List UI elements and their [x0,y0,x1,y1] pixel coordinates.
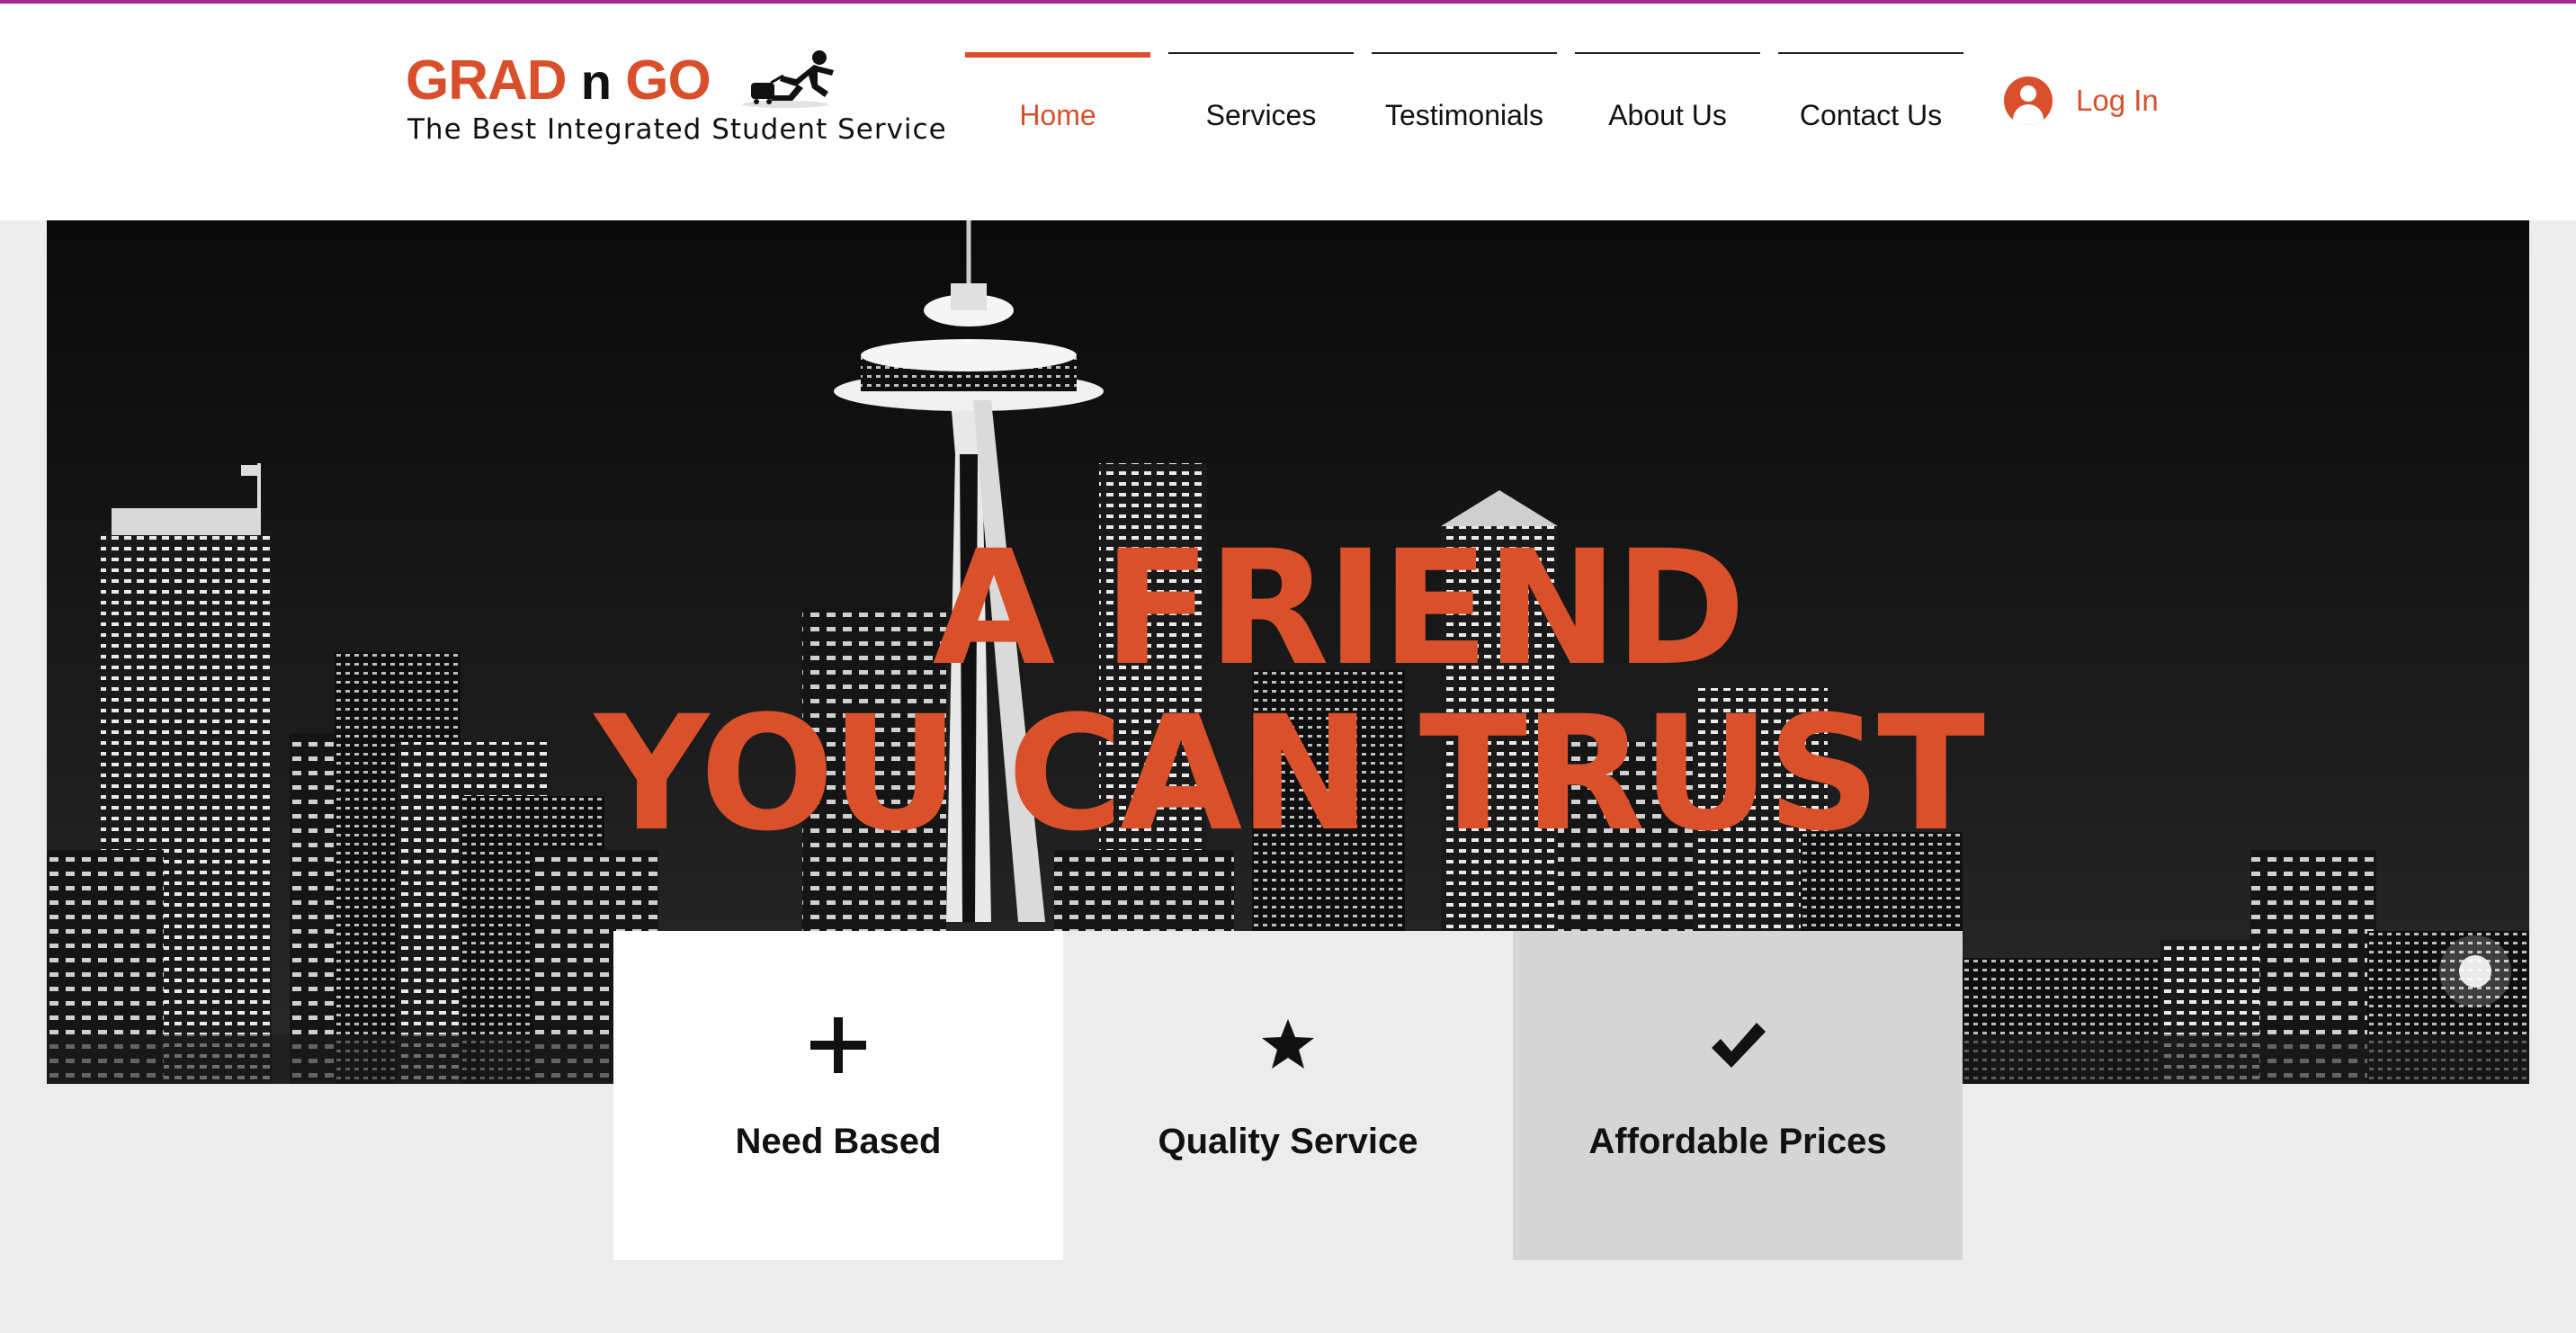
nav-item-contact-us[interactable]: Contact Us [1778,52,1963,142]
nav-item-about-us[interactable]: About Us [1575,52,1760,142]
feature-cards: Need Based Quality Service Affordable Pr… [613,931,1963,1260]
hero-heading-line2: YOU CAN TRUST [594,682,1985,866]
brand-logo[interactable]: GRAD n GO The Best Integrated Student Se… [406,49,946,157]
feature-label: Affordable Prices [1588,1122,1887,1161]
feature-card-need-based: Need Based [613,931,1063,1260]
plus-icon [613,1014,1063,1077]
brand-name-n: n [580,53,612,110]
brand-name-grad: GRAD [406,49,568,112]
login-label: Log In [2076,84,2159,117]
nav-item-testimonials[interactable]: Testimonials [1372,52,1557,142]
nav-item-home[interactable]: Home [965,52,1150,142]
feature-label: Need Based [735,1122,942,1161]
hero-heading: A FRIEND YOU CAN TRUST [47,526,2529,857]
feature-card-quality-service: Quality Service [1063,931,1513,1260]
brand-name: GRAD n GO [406,49,711,114]
hero-heading-line1: A FRIEND [932,516,1746,701]
site-header: GRAD n GO The Best Integrated Student Se… [0,4,2576,220]
login-button[interactable]: Log In [2004,74,2159,128]
feature-card-affordable-prices: Affordable Prices [1513,931,1963,1260]
brand-name-go: GO [625,49,711,112]
check-icon [1513,1014,1963,1077]
user-avatar-icon [2004,76,2053,125]
feature-label: Quality Service [1158,1122,1418,1161]
runner-with-luggage-icon [742,50,834,108]
brand-tagline: The Best Integrated Student Service [407,113,947,146]
star-icon [1063,1014,1513,1077]
nav-item-services[interactable]: Services [1168,52,1354,142]
